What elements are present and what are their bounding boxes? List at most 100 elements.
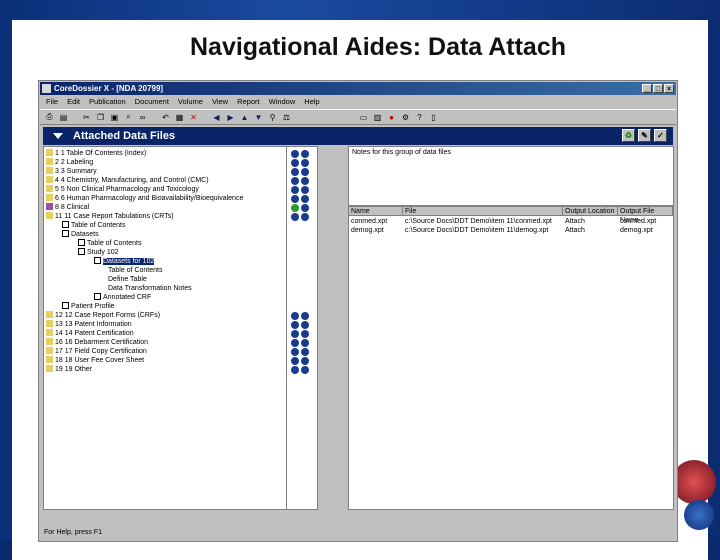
check-icon[interactable]: ✓ bbox=[654, 129, 667, 142]
tree-item[interactable]: Define Table bbox=[108, 275, 147, 284]
back-arrow-icon[interactable]: ◀ bbox=[211, 112, 222, 123]
tree-item[interactable]: Table of Contents bbox=[78, 239, 141, 248]
menu-publication[interactable]: Publication bbox=[89, 96, 126, 108]
paste-icon[interactable]: ▣ bbox=[109, 112, 120, 123]
down-arrow-icon[interactable]: ▼ bbox=[253, 112, 264, 123]
tree-item[interactable]: 18 18 User Fee Cover Sheet bbox=[46, 356, 144, 365]
book-icon[interactable]: ▯ bbox=[428, 112, 439, 123]
attach-icon[interactable]: ⚲ bbox=[267, 112, 278, 123]
column-header-file[interactable]: File bbox=[403, 207, 563, 216]
status-icon bbox=[301, 321, 309, 329]
tree-item[interactable]: 2 2 Labeling bbox=[46, 158, 93, 167]
restore-button[interactable]: □ bbox=[653, 84, 663, 93]
column-header-output-location[interactable]: Output Location bbox=[563, 207, 618, 216]
gear-icon[interactable]: ⚙ bbox=[400, 112, 411, 123]
tree-item[interactable]: 5 5 Non Clinical Pharmacology and Toxico… bbox=[46, 185, 199, 194]
document-icon bbox=[78, 239, 85, 246]
tree-item[interactable]: 13 13 Patent Information bbox=[46, 320, 132, 329]
close-icon[interactable]: ✕ bbox=[188, 112, 199, 123]
tree-item[interactable]: 19 19 Other bbox=[46, 365, 92, 374]
tree-item[interactable]: Study 102 bbox=[78, 248, 119, 257]
status-icon bbox=[291, 348, 299, 356]
status-icon bbox=[291, 186, 299, 194]
folder-icon bbox=[46, 356, 53, 363]
tree-item[interactable]: Datasets bbox=[62, 230, 99, 239]
status-bar: For Help, press F1 bbox=[44, 529, 102, 536]
tree-item[interactable]: Table of Contents bbox=[108, 266, 162, 275]
close-button[interactable]: × bbox=[664, 84, 674, 93]
preview-icon[interactable]: ▤ bbox=[58, 112, 69, 123]
tree-item[interactable]: 8 8 Clinical bbox=[46, 203, 89, 212]
edit-icon[interactable]: ✎ bbox=[638, 129, 651, 142]
status-icon bbox=[301, 204, 309, 212]
copy-icon[interactable]: ❐ bbox=[95, 112, 106, 123]
menu-file[interactable]: File bbox=[46, 96, 58, 108]
undo-icon[interactable]: ↶ bbox=[160, 112, 171, 123]
column-header-name[interactable]: Name bbox=[349, 207, 403, 216]
folder-icon bbox=[46, 347, 53, 354]
menu-document[interactable]: Document bbox=[135, 96, 169, 108]
scale-icon[interactable]: ⚖ bbox=[281, 112, 292, 123]
status-icon bbox=[301, 177, 309, 185]
document-icon bbox=[62, 302, 69, 309]
status-icon bbox=[291, 312, 299, 320]
table-row[interactable]: conmed.xpt c:\Source Docs\DDT Demo\item … bbox=[349, 217, 673, 226]
notes-box[interactable]: Notes for this group of data files bbox=[348, 146, 674, 206]
table-row[interactable]: demog.xpt c:\Source Docs\DDT Demo\item 1… bbox=[349, 226, 673, 235]
document-icon[interactable]: ▭ bbox=[358, 112, 369, 123]
document-icon bbox=[62, 230, 69, 237]
tree-item[interactable]: 4 4 Chemistry, Manufacturing, and Contro… bbox=[46, 176, 209, 185]
column-header-output-file-name[interactable]: Output File Name bbox=[618, 207, 673, 224]
table-header: Name File Output Location Output File Na… bbox=[349, 207, 673, 224]
cell-file: c:\Source Docs\DDT Demo\item 11\demog.xp… bbox=[405, 227, 549, 234]
status-icon bbox=[301, 312, 309, 320]
status-icon bbox=[291, 339, 299, 347]
tree-item[interactable]: Data Transformation Notes bbox=[108, 284, 192, 293]
document-icon bbox=[94, 257, 101, 264]
status-icon bbox=[291, 204, 299, 212]
folder-icon bbox=[46, 167, 53, 174]
status-icon bbox=[301, 357, 309, 365]
tree-item[interactable]: 11 11 Case Report Tabulations (CRTs) bbox=[46, 212, 174, 221]
tree-item[interactable]: 17 17 Field Copy Certification bbox=[46, 347, 147, 356]
status-icon-column bbox=[286, 146, 318, 510]
status-icon bbox=[291, 366, 299, 374]
collapse-triangle-icon[interactable] bbox=[53, 133, 63, 139]
notes-label: Notes for this group of data files bbox=[352, 149, 451, 156]
tree-item[interactable]: Annotated CRF bbox=[94, 293, 151, 302]
binoculars-icon[interactable]: ∞ bbox=[137, 112, 148, 123]
status-icon bbox=[301, 330, 309, 338]
print-doc-icon[interactable]: ● bbox=[386, 112, 397, 123]
tree-item[interactable]: Table of Contents bbox=[62, 221, 125, 230]
tree-item[interactable]: Patient Profile bbox=[62, 302, 115, 311]
cut-icon[interactable]: ✂ bbox=[81, 112, 92, 123]
menu-help[interactable]: Help bbox=[304, 96, 319, 108]
delete-icon[interactable]: ▦ bbox=[174, 112, 185, 123]
help-icon[interactable]: ? bbox=[414, 112, 425, 123]
menu-edit[interactable]: Edit bbox=[67, 96, 80, 108]
tree-item[interactable]: 12 12 Case Report Forms (CRFs) bbox=[46, 311, 160, 320]
tree-item[interactable]: 16 16 Debarment Certification bbox=[46, 338, 148, 347]
chart-icon[interactable]: ▥ bbox=[372, 112, 383, 123]
tree-item[interactable]: 1 1 Table Of Contents (Index) bbox=[46, 149, 146, 158]
forward-arrow-icon[interactable]: ▶ bbox=[225, 112, 236, 123]
print-icon[interactable]: ⎙ bbox=[44, 112, 55, 123]
minimize-button[interactable]: _ bbox=[642, 84, 652, 93]
cell-output-file-name: conmed.xpt bbox=[620, 218, 657, 225]
folder-icon bbox=[46, 311, 53, 318]
menu-view[interactable]: View bbox=[212, 96, 228, 108]
refresh-icon[interactable]: ♻ bbox=[622, 129, 635, 142]
tree-item[interactable]: 6 6 Human Pharmacology and Bioavailabili… bbox=[46, 194, 243, 203]
tree-item-selected[interactable]: Datasets for 102 bbox=[94, 257, 155, 266]
up-arrow-icon[interactable]: ▲ bbox=[239, 112, 250, 123]
tree-item[interactable]: 3 3 Summary bbox=[46, 167, 97, 176]
cell-name: demog.xpt bbox=[351, 227, 384, 234]
menu-window[interactable]: Window bbox=[269, 96, 296, 108]
tree-item[interactable]: 14 14 Patent Certification bbox=[46, 329, 134, 338]
decorative-circle bbox=[672, 460, 716, 504]
find-icon[interactable]: ⌕ bbox=[123, 112, 134, 123]
cell-file: c:\Source Docs\DDT Demo\item 11\conmed.x… bbox=[405, 218, 552, 225]
menu-volume[interactable]: Volume bbox=[178, 96, 203, 108]
menu-report[interactable]: Report bbox=[237, 96, 260, 108]
status-icon bbox=[291, 168, 299, 176]
